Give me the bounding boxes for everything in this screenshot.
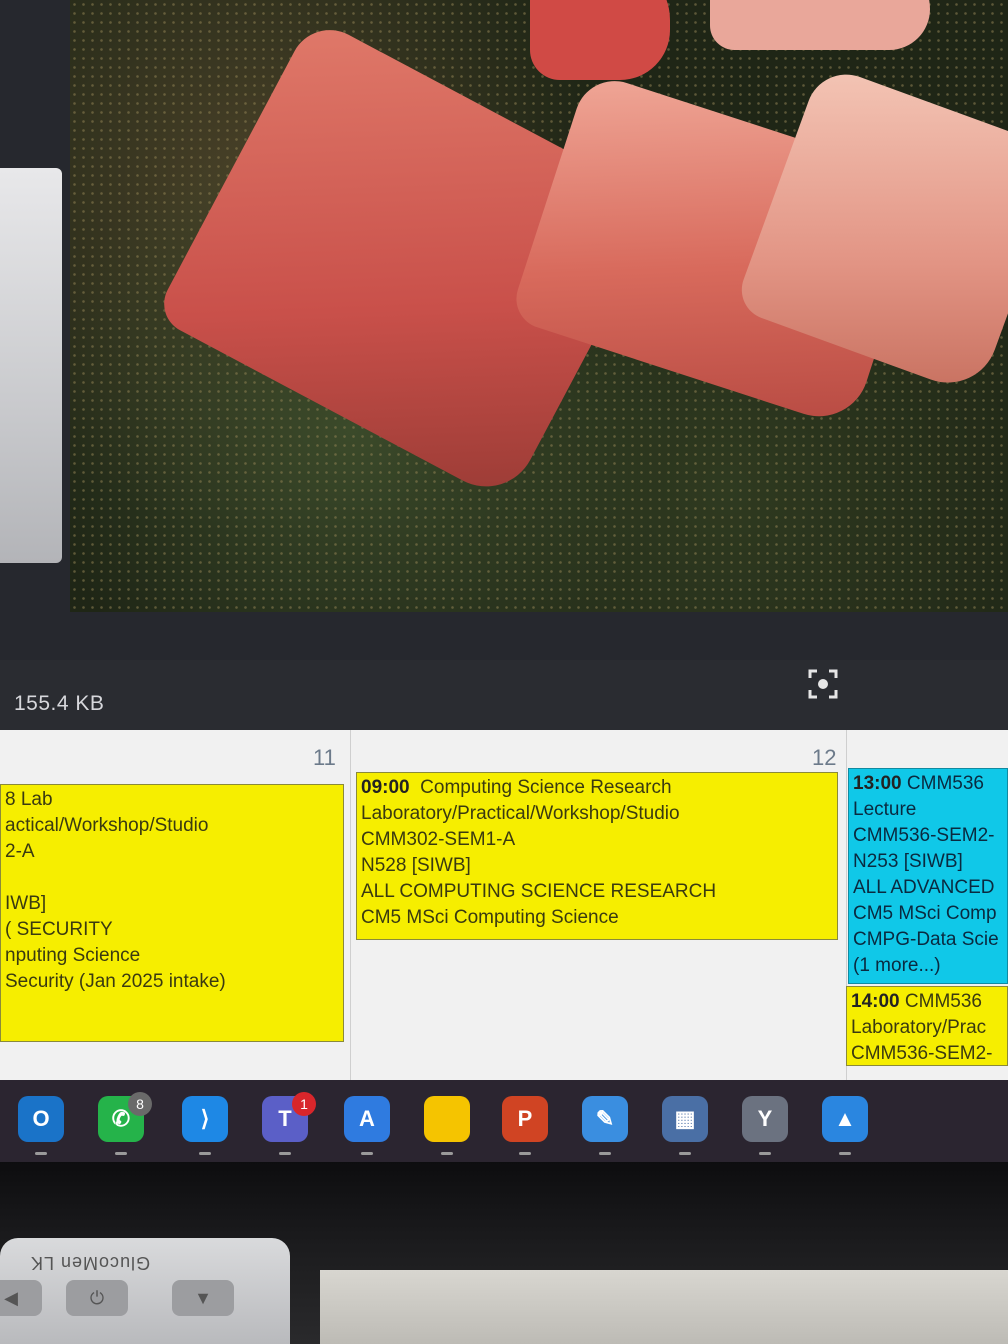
event-line: Lecture — [853, 799, 917, 820]
calendar-event-research-lab[interactable]: 09:00 Computing Science Research Laborat… — [356, 772, 838, 940]
event-line: CMM536-SEM2- — [851, 1043, 993, 1064]
day-number-11: 11 — [313, 745, 336, 770]
running-indicator — [115, 1152, 127, 1155]
running-indicator — [279, 1152, 291, 1155]
snipping-tool-glyph: ✎ — [595, 1106, 615, 1131]
snipping-tool-icon[interactable]: ✎ — [582, 1096, 628, 1142]
running-indicator — [35, 1152, 47, 1155]
teams-notification-badge: 1 — [292, 1092, 316, 1116]
event-line: 8 Lab — [5, 789, 53, 810]
calendar-event-cmm536-lab[interactable]: 14:00 CMM536 Laboratory/Prac CMM536-SEM2… — [846, 986, 1008, 1066]
outlook-glyph: O — [32, 1106, 50, 1131]
photos-glyph: ▲ — [834, 1106, 856, 1131]
viewer-info-bar — [0, 660, 1008, 740]
event-line: CM5 MSci Comp — [853, 903, 997, 924]
powerpoint-icon[interactable]: P — [502, 1096, 548, 1142]
powerpoint-glyph: P — [517, 1106, 533, 1131]
previous-image-thumbnail[interactable] — [0, 168, 62, 563]
clock-glyph: Y — [757, 1106, 773, 1131]
device-logo: GlucoMen LK — [30, 1253, 151, 1273]
sticky-notes-icon[interactable] — [424, 1096, 470, 1142]
event-line: IWB] — [5, 893, 47, 914]
event-line: CMM302-SEM1-A — [361, 829, 516, 850]
app-store-glyph: A — [359, 1106, 375, 1131]
event-line: N253 [SIWB] — [853, 851, 963, 872]
running-indicator — [599, 1152, 611, 1155]
device-power-button: ⏻ — [66, 1280, 128, 1316]
running-indicator — [839, 1152, 851, 1155]
calendar-event-lab-security[interactable]: 8 Lab actical/Workshop/Studio 2-A IWB] (… — [0, 784, 344, 1042]
event-time: 14:00 — [851, 991, 900, 1012]
running-indicator — [519, 1152, 531, 1155]
device-down-button: ▼ — [172, 1280, 234, 1316]
event-line: CM5 MSci Computing Science — [361, 907, 619, 928]
clock-icon[interactable]: Y — [742, 1096, 788, 1142]
event-line: ALL ADVANCED — [853, 877, 995, 898]
running-indicator — [759, 1152, 771, 1155]
whatsapp-notification-badge: 8 — [128, 1092, 152, 1116]
calendar-event-cmm536-lecture[interactable]: 13:00 CMM536 Lecture CMM536-SEM2- N253 [… — [848, 768, 1008, 984]
teams-glyph: T — [278, 1106, 292, 1131]
running-indicator — [199, 1152, 211, 1155]
paper-sheet — [320, 1270, 1008, 1344]
running-indicator — [361, 1152, 373, 1155]
event-line: CMM536-SEM2- — [853, 825, 995, 846]
fullscreen-icon[interactable] — [806, 667, 840, 701]
event-title: CMM536 — [904, 991, 982, 1012]
vscode-icon[interactable]: ⟩ — [182, 1096, 228, 1142]
event-line: 2-A — [5, 841, 35, 862]
event-line: actical/Workshop/Studio — [5, 815, 209, 836]
event-line: ALL COMPUTING SCIENCE RESEARCH — [361, 881, 717, 902]
event-time: 13:00 — [853, 773, 902, 794]
more-events-link[interactable]: (1 more...) — [853, 953, 1003, 979]
event-line: Security (Jan 2025 intake) — [5, 971, 226, 992]
event-line — [5, 865, 339, 891]
event-title: CMM536 — [906, 773, 984, 794]
event-title: Computing Science Research — [420, 777, 672, 798]
calculator-glyph: ▦ — [674, 1106, 696, 1131]
event-line: Laboratory/Prac — [851, 1017, 987, 1038]
file-size-label: 155.4 KB — [14, 692, 105, 715]
event-time: 09:00 — [361, 777, 410, 798]
photo-viewer-window: 155.4 KB — [0, 0, 1008, 740]
device-left-button: ◀ — [0, 1280, 42, 1316]
event-line: Laboratory/Practical/Workshop/Studio — [361, 803, 680, 824]
day-number-12: 12 — [812, 745, 837, 770]
event-line: nputing Science — [5, 945, 141, 966]
photo-image — [70, 0, 1008, 612]
event-line: ( SECURITY — [5, 919, 113, 940]
whatsapp-glyph: ✆ — [111, 1106, 131, 1131]
running-indicator — [679, 1152, 691, 1155]
day-column-divider — [350, 730, 351, 1080]
event-line: N528 [SIWB] — [361, 855, 471, 876]
outlook-icon[interactable]: O — [18, 1096, 64, 1142]
event-line: CMPG-Data Scie — [853, 929, 999, 950]
photos-icon[interactable]: ▲ — [822, 1096, 868, 1142]
calculator-icon[interactable]: ▦ — [662, 1096, 708, 1142]
app-store-icon[interactable]: A — [344, 1096, 390, 1142]
running-indicator — [441, 1152, 453, 1155]
vscode-glyph: ⟩ — [200, 1106, 210, 1131]
